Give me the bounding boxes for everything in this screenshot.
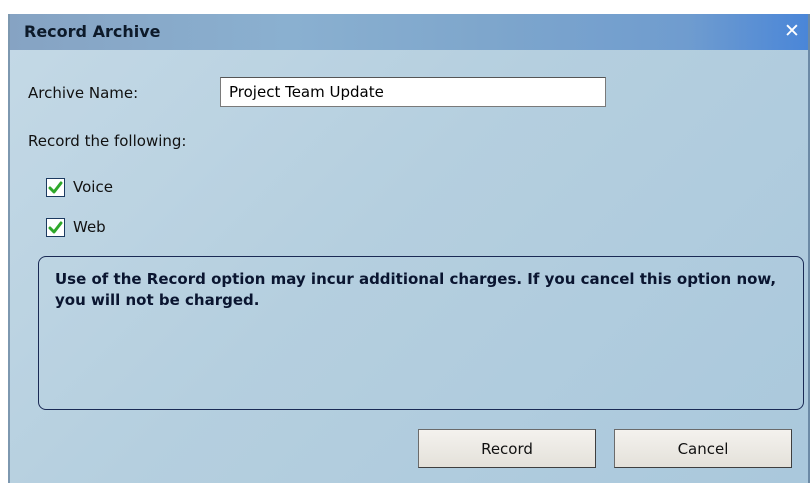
charges-notice: Use of the Record option may incur addit… — [38, 256, 804, 410]
record-following-label: Record the following: — [28, 132, 187, 150]
voice-checkbox[interactable] — [46, 178, 65, 197]
record-archive-dialog: Record Archive ✕ Archive Name: Record th… — [8, 14, 810, 483]
archive-name-label: Archive Name: — [28, 84, 139, 102]
title-bar[interactable]: Record Archive ✕ — [10, 14, 808, 50]
close-icon[interactable]: ✕ — [780, 18, 804, 44]
web-checkbox[interactable] — [46, 218, 65, 237]
record-button[interactable]: Record — [418, 429, 596, 468]
web-label: Web — [73, 218, 106, 236]
charges-notice-text: Use of the Record option may incur addit… — [55, 270, 777, 309]
cancel-button[interactable]: Cancel — [614, 429, 792, 468]
dialog-title: Record Archive — [24, 22, 161, 41]
voice-label: Voice — [73, 178, 113, 196]
archive-name-input[interactable] — [220, 77, 606, 107]
check-mark-icon — [48, 181, 63, 194]
check-mark-icon — [48, 221, 63, 234]
